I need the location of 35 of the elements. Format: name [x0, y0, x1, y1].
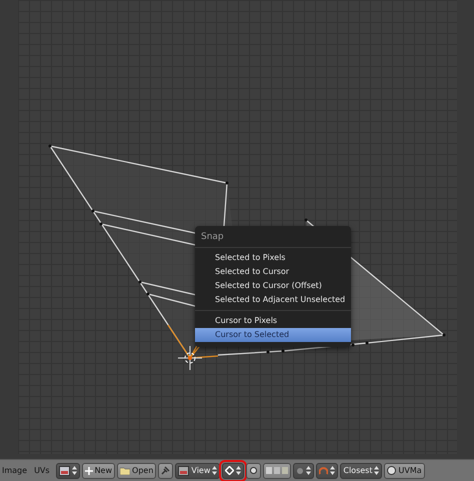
- menu-item[interactable]: Selected to Adjacent Unselected: [195, 293, 352, 307]
- new-button[interactable]: New: [82, 462, 116, 478]
- select-mode-button[interactable]: [263, 462, 292, 478]
- cursor-icon: [178, 346, 202, 370]
- updown-icon: [330, 466, 336, 475]
- menu-item[interactable]: Cursor to Selected: [195, 328, 352, 342]
- sync-button[interactable]: [246, 462, 262, 478]
- menu-item[interactable]: Cursor to Pixels: [195, 314, 352, 328]
- pin-icon: [161, 466, 170, 475]
- open-button[interactable]: Open: [117, 462, 156, 478]
- updown-icon: [306, 466, 312, 475]
- uv-map-button[interactable]: UVMa: [384, 462, 425, 478]
- pivot-icon: [225, 466, 234, 475]
- circle-icon: [296, 466, 304, 474]
- pin-button[interactable]: [158, 462, 174, 478]
- sticky-select-dropdown[interactable]: [293, 462, 314, 478]
- menu-item[interactable]: Selected to Cursor: [195, 265, 352, 279]
- snap-target-dropdown[interactable]: Closest: [340, 462, 382, 478]
- updown-icon: [212, 466, 218, 475]
- folder-icon: [120, 466, 130, 474]
- view-dropdown[interactable]: View: [175, 462, 220, 478]
- snap-element-dropdown[interactable]: [316, 462, 338, 478]
- plus-icon: [84, 466, 93, 474]
- menu-item[interactable]: Selected to Pixels: [195, 251, 352, 265]
- menu-item[interactable]: Selected to Cursor (Offset): [195, 279, 352, 293]
- pivot-dropdown[interactable]: [222, 462, 244, 478]
- image-browse-button[interactable]: [56, 462, 80, 478]
- header-menu[interactable]: Image: [1, 466, 32, 475]
- header-menu[interactable]: UVs: [33, 466, 54, 475]
- updown-icon: [374, 466, 380, 475]
- magnet-icon: [319, 466, 328, 475]
- updown-icon: [236, 466, 242, 475]
- image-icon: [178, 466, 190, 476]
- menu-title: Snap: [195, 228, 352, 248]
- image-icon: [58, 466, 70, 476]
